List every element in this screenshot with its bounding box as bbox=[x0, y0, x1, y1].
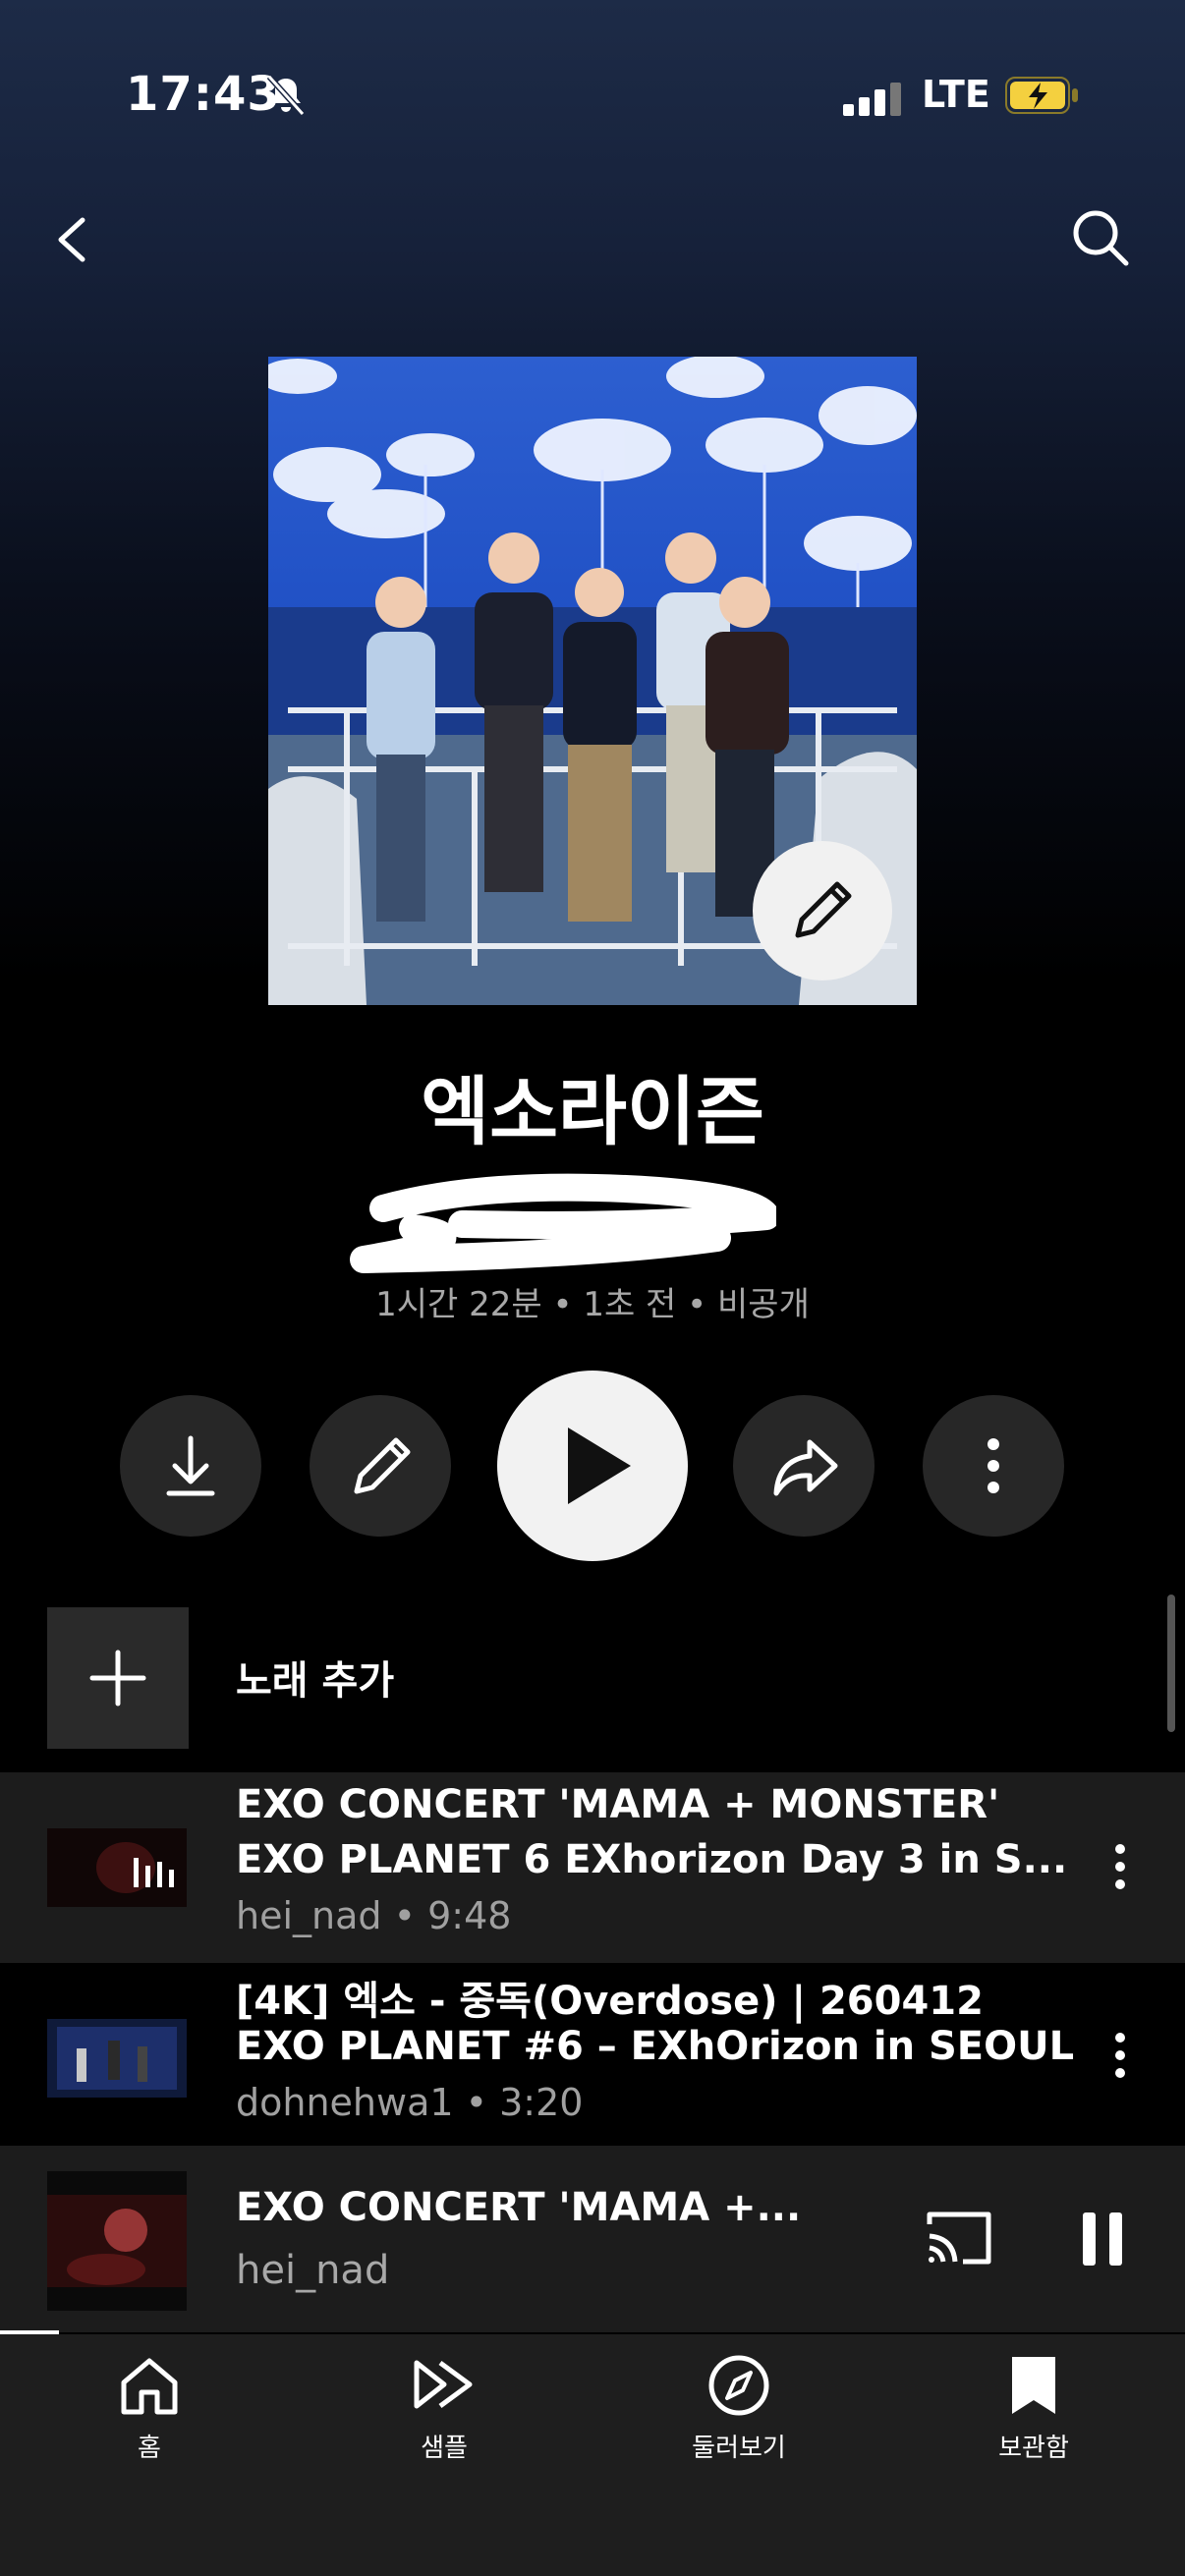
track-row[interactable]: [4K] 엑소 - 중독(Overdose) | 260412 EXO PLAN… bbox=[0, 1963, 1185, 2146]
add-song-button[interactable] bbox=[47, 1607, 189, 1749]
plus-icon bbox=[89, 1650, 146, 1707]
play-button[interactable] bbox=[497, 1371, 688, 1561]
status-time: 17:43 bbox=[126, 67, 281, 122]
more-vertical-icon bbox=[988, 1438, 999, 1493]
track-title-line2: EXO PLANET 6 EXhorizon Day 3 in S... bbox=[236, 1837, 1068, 1882]
edit-cover-button[interactable] bbox=[753, 841, 892, 980]
track-thumbnail bbox=[47, 1828, 187, 1907]
track-title-line1: EXO CONCERT 'MAMA + MONSTER' bbox=[236, 1782, 1000, 1827]
mini-player-thumbnail[interactable] bbox=[47, 2171, 187, 2311]
track-title-line1: [4K] 엑소 - 중독(Overdose) | 260412 bbox=[236, 1979, 984, 2024]
silent-bell-icon bbox=[266, 74, 306, 117]
pencil-icon bbox=[354, 1437, 411, 1494]
mini-player-title[interactable]: EXO CONCERT 'MAMA +... bbox=[236, 2185, 801, 2230]
scrollbar[interactable] bbox=[1167, 1595, 1175, 1732]
explore-icon bbox=[708, 2355, 769, 2416]
track-more-icon[interactable] bbox=[1102, 1837, 1138, 1896]
library-icon bbox=[1012, 2357, 1055, 2414]
nav-samples[interactable]: 샘플 bbox=[356, 2353, 533, 2464]
back-icon[interactable] bbox=[49, 214, 94, 265]
nav-library-label: 보관함 bbox=[998, 2434, 1069, 2463]
download-button[interactable] bbox=[120, 1395, 261, 1537]
nav-samples-label: 샘플 bbox=[421, 2434, 468, 2463]
home-icon bbox=[121, 2358, 178, 2415]
nav-home-label: 홈 bbox=[138, 2434, 161, 2463]
share-icon bbox=[773, 1439, 838, 1496]
track-subtitle: dohnehwa1 • 3:20 bbox=[236, 2081, 584, 2124]
pencil-icon bbox=[795, 881, 852, 938]
cast-icon[interactable] bbox=[924, 2207, 994, 2269]
playlist-title: 엑소라이즌 bbox=[421, 1068, 764, 1155]
play-icon bbox=[568, 1428, 631, 1504]
samples-icon bbox=[414, 2360, 473, 2409]
add-song-label[interactable]: 노래 추가 bbox=[236, 1649, 394, 1706]
share-button[interactable] bbox=[733, 1395, 875, 1537]
nav-explore[interactable]: 둘러보기 bbox=[650, 2353, 827, 2464]
pause-icon[interactable] bbox=[1079, 2211, 1126, 2268]
edit-playlist-button[interactable] bbox=[310, 1395, 451, 1537]
track-subtitle: hei_nad • 9:48 bbox=[236, 1894, 512, 1937]
track-thumbnail bbox=[47, 2019, 187, 2098]
track-more-icon[interactable] bbox=[1102, 2026, 1138, 2085]
more-options-button[interactable] bbox=[923, 1395, 1064, 1537]
mini-player-artist: hei_nad bbox=[236, 2248, 390, 2293]
nav-home[interactable]: 홈 bbox=[61, 2353, 238, 2464]
battery-charging-icon bbox=[1005, 77, 1078, 114]
nav-library[interactable]: 보관함 bbox=[945, 2353, 1122, 2464]
signal-icon bbox=[843, 81, 902, 116]
nav-explore-label: 둘러보기 bbox=[692, 2434, 786, 2463]
search-icon[interactable] bbox=[1069, 206, 1132, 269]
redacted-owner-scribble bbox=[350, 1173, 776, 1273]
track-row[interactable]: EXO CONCERT 'MAMA + MONSTER' EXO PLANET … bbox=[0, 1772, 1185, 1963]
download-icon bbox=[166, 1435, 215, 1496]
network-type: LTE bbox=[922, 73, 990, 116]
track-title-line2: EXO PLANET #6 – EXhOrizon in SEOUL bbox=[236, 2024, 1075, 2069]
playlist-meta: 1시간 22분 • 1초 전 • 비공개 bbox=[375, 1285, 810, 1324]
